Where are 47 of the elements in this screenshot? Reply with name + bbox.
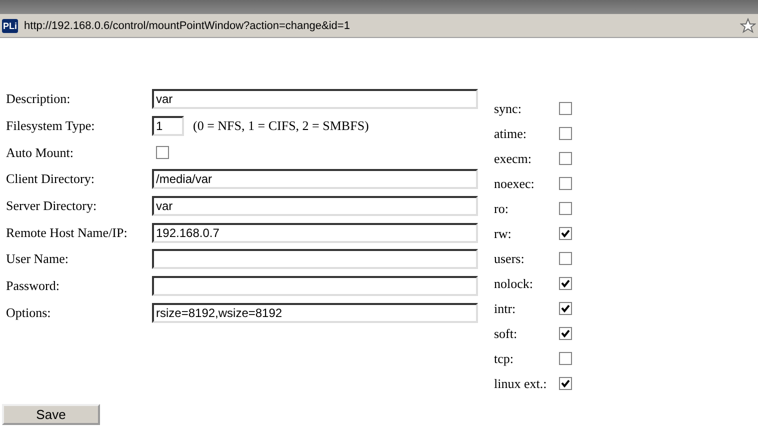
option-label: nolock: — [494, 276, 534, 292]
checkbox[interactable] — [559, 102, 572, 115]
save-button[interactable]: Save — [2, 404, 100, 425]
checkbox[interactable] — [559, 302, 572, 315]
checkbox[interactable] — [156, 146, 169, 160]
field-label: Description: — [6, 91, 72, 108]
field-label: Options: — [6, 304, 52, 321]
option-label: linux ext.: — [494, 376, 548, 392]
option-label: execm: — [494, 150, 533, 166]
checkbox[interactable] — [559, 152, 572, 165]
option-label: ro: — [494, 200, 510, 216]
text-field[interactable]: rsize=8192,wsize=8192 — [152, 302, 478, 323]
text-field[interactable]: /media/var — [152, 169, 478, 190]
checkbox[interactable] — [559, 352, 572, 365]
checkbox[interactable] — [559, 127, 572, 140]
checkbox[interactable] — [559, 177, 572, 190]
option-label: users: — [494, 250, 526, 266]
text-field[interactable]: var — [152, 196, 478, 216]
checkbox[interactable] — [559, 227, 572, 240]
checkbox[interactable] — [559, 202, 572, 215]
text-field[interactable]: 192.168.0.7 — [152, 222, 478, 243]
field-label: User Name: — [6, 251, 70, 268]
text-field[interactable] — [152, 276, 478, 296]
address-field[interactable]: http://192.168.0.6/control/mountPointWindow?action=change&id=1 — [24, 20, 734, 32]
option-label: tcp: — [494, 350, 514, 366]
checkbox[interactable] — [559, 377, 572, 390]
option-label: rw: — [494, 226, 512, 242]
option-label: atime: — [494, 126, 528, 142]
hint-text: (0 = NFS, 1 = CIFS, 2 = SMBFS) — [193, 118, 369, 134]
option-label: soft: — [494, 326, 518, 342]
text-field[interactable] — [152, 249, 478, 270]
text-field[interactable]: var — [152, 89, 478, 110]
field-label: Auto Mount: — [6, 144, 75, 161]
number-field[interactable]: 1 — [152, 116, 184, 136]
field-label: Client Directory: — [6, 171, 96, 188]
field-label: Filesystem Type: — [6, 118, 96, 134]
checkbox[interactable] — [559, 277, 572, 290]
field-label: Password: — [6, 278, 60, 294]
checkbox[interactable] — [559, 327, 572, 340]
option-label: intr: — [494, 300, 517, 316]
checkbox[interactable] — [559, 252, 572, 265]
option-label: sync: — [494, 100, 522, 116]
option-label: noexec: — [494, 176, 536, 192]
field-label: Server Directory: — [6, 198, 98, 214]
star-icon[interactable] — [740, 18, 756, 34]
site-icon: PLi — [2, 18, 18, 32]
field-label: Remote Host Name/IP: — [6, 224, 128, 241]
